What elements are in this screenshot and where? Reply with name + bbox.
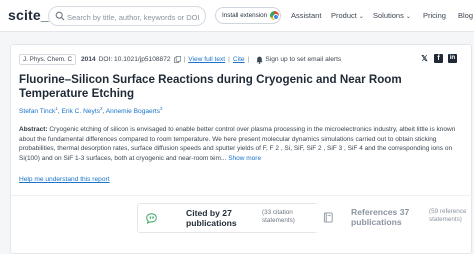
paper-meta: J. Phys. Chem. C 2014 DOI: 10.1021/jp510…	[19, 53, 341, 66]
author-link[interactable]: Annemie Bogaerts3	[106, 106, 163, 115]
nav-pricing[interactable]: Pricing	[423, 11, 446, 20]
view-full-text-link[interactable]: View full text	[188, 56, 225, 63]
top-bar: scite_ Install extension Assistant Produ…	[0, 0, 474, 32]
separator: |	[228, 56, 230, 63]
install-extension-button[interactable]: Install extension	[215, 7, 281, 24]
paper-title: Fluorine–Silicon Surface Reactions durin…	[19, 73, 402, 100]
email-alerts-link[interactable]: Sign up to set email alerts	[265, 56, 341, 63]
nav-product[interactable]: Product ⌄	[331, 11, 364, 20]
search-input[interactable]	[67, 8, 199, 27]
copy-icon[interactable]	[173, 56, 181, 63]
divider	[11, 195, 473, 196]
search-icon	[55, 11, 65, 21]
author-link[interactable]: Erik C. Neyts2	[61, 106, 102, 115]
doi-text: DOI: 10.1021/jp5108872	[98, 56, 171, 63]
author-list: Stefan Tinck1, Erik C. Neyts2, Annemie B…	[19, 106, 163, 116]
separator: |	[183, 56, 186, 63]
journal-badge: J. Phys. Chem. C	[19, 54, 76, 65]
paper-card: J. Phys. Chem. C 2014 DOI: 10.1021/jp510…	[10, 44, 473, 254]
nav-solutions[interactable]: Solutions ⌄	[373, 11, 411, 20]
citation-statements-count: (33 citation statements)	[262, 209, 295, 224]
bell-icon[interactable]	[256, 56, 263, 64]
twitter-icon[interactable]: 𝕏	[420, 54, 429, 63]
cite-link[interactable]: Cite	[233, 56, 245, 63]
author-link[interactable]: Stefan Tinck1	[19, 106, 58, 115]
nav-assistant[interactable]: Assistant	[291, 11, 321, 20]
chevron-down-icon: ⌄	[358, 14, 364, 20]
share-icons: 𝕏 f in	[420, 54, 457, 63]
nav-blog[interactable]: Blog	[458, 11, 473, 20]
reference-statements-count: (59 reference statements)	[429, 208, 467, 223]
book-icon	[323, 212, 333, 223]
linkedin-icon[interactable]: in	[448, 54, 457, 63]
abstract-label: Abstract:	[19, 126, 48, 133]
help-understand-link[interactable]: Help me understand this report	[19, 176, 110, 183]
quote-bubble-icon	[146, 213, 157, 224]
cited-by-count: Cited by 27 publications	[186, 208, 237, 228]
references-tab[interactable]: References 37 publications (59 reference…	[315, 203, 471, 233]
chrome-icon	[270, 11, 280, 20]
chevron-down-icon: ⌄	[405, 14, 411, 20]
facebook-icon[interactable]: f	[434, 54, 443, 63]
search-box[interactable]	[48, 6, 206, 27]
publication-year: 2014	[81, 56, 96, 63]
cited-by-tab[interactable]: Cited by 27 publications (33 citation st…	[137, 203, 321, 233]
install-extension-label: Install extension	[222, 12, 268, 19]
references-count: References 37 publications	[351, 207, 410, 227]
scite-logo[interactable]: scite_	[8, 7, 49, 23]
separator: |	[247, 56, 250, 63]
show-more-link[interactable]: Show more	[228, 155, 261, 162]
abstract: Abstract: Cryogenic etching of silicon i…	[19, 125, 465, 163]
